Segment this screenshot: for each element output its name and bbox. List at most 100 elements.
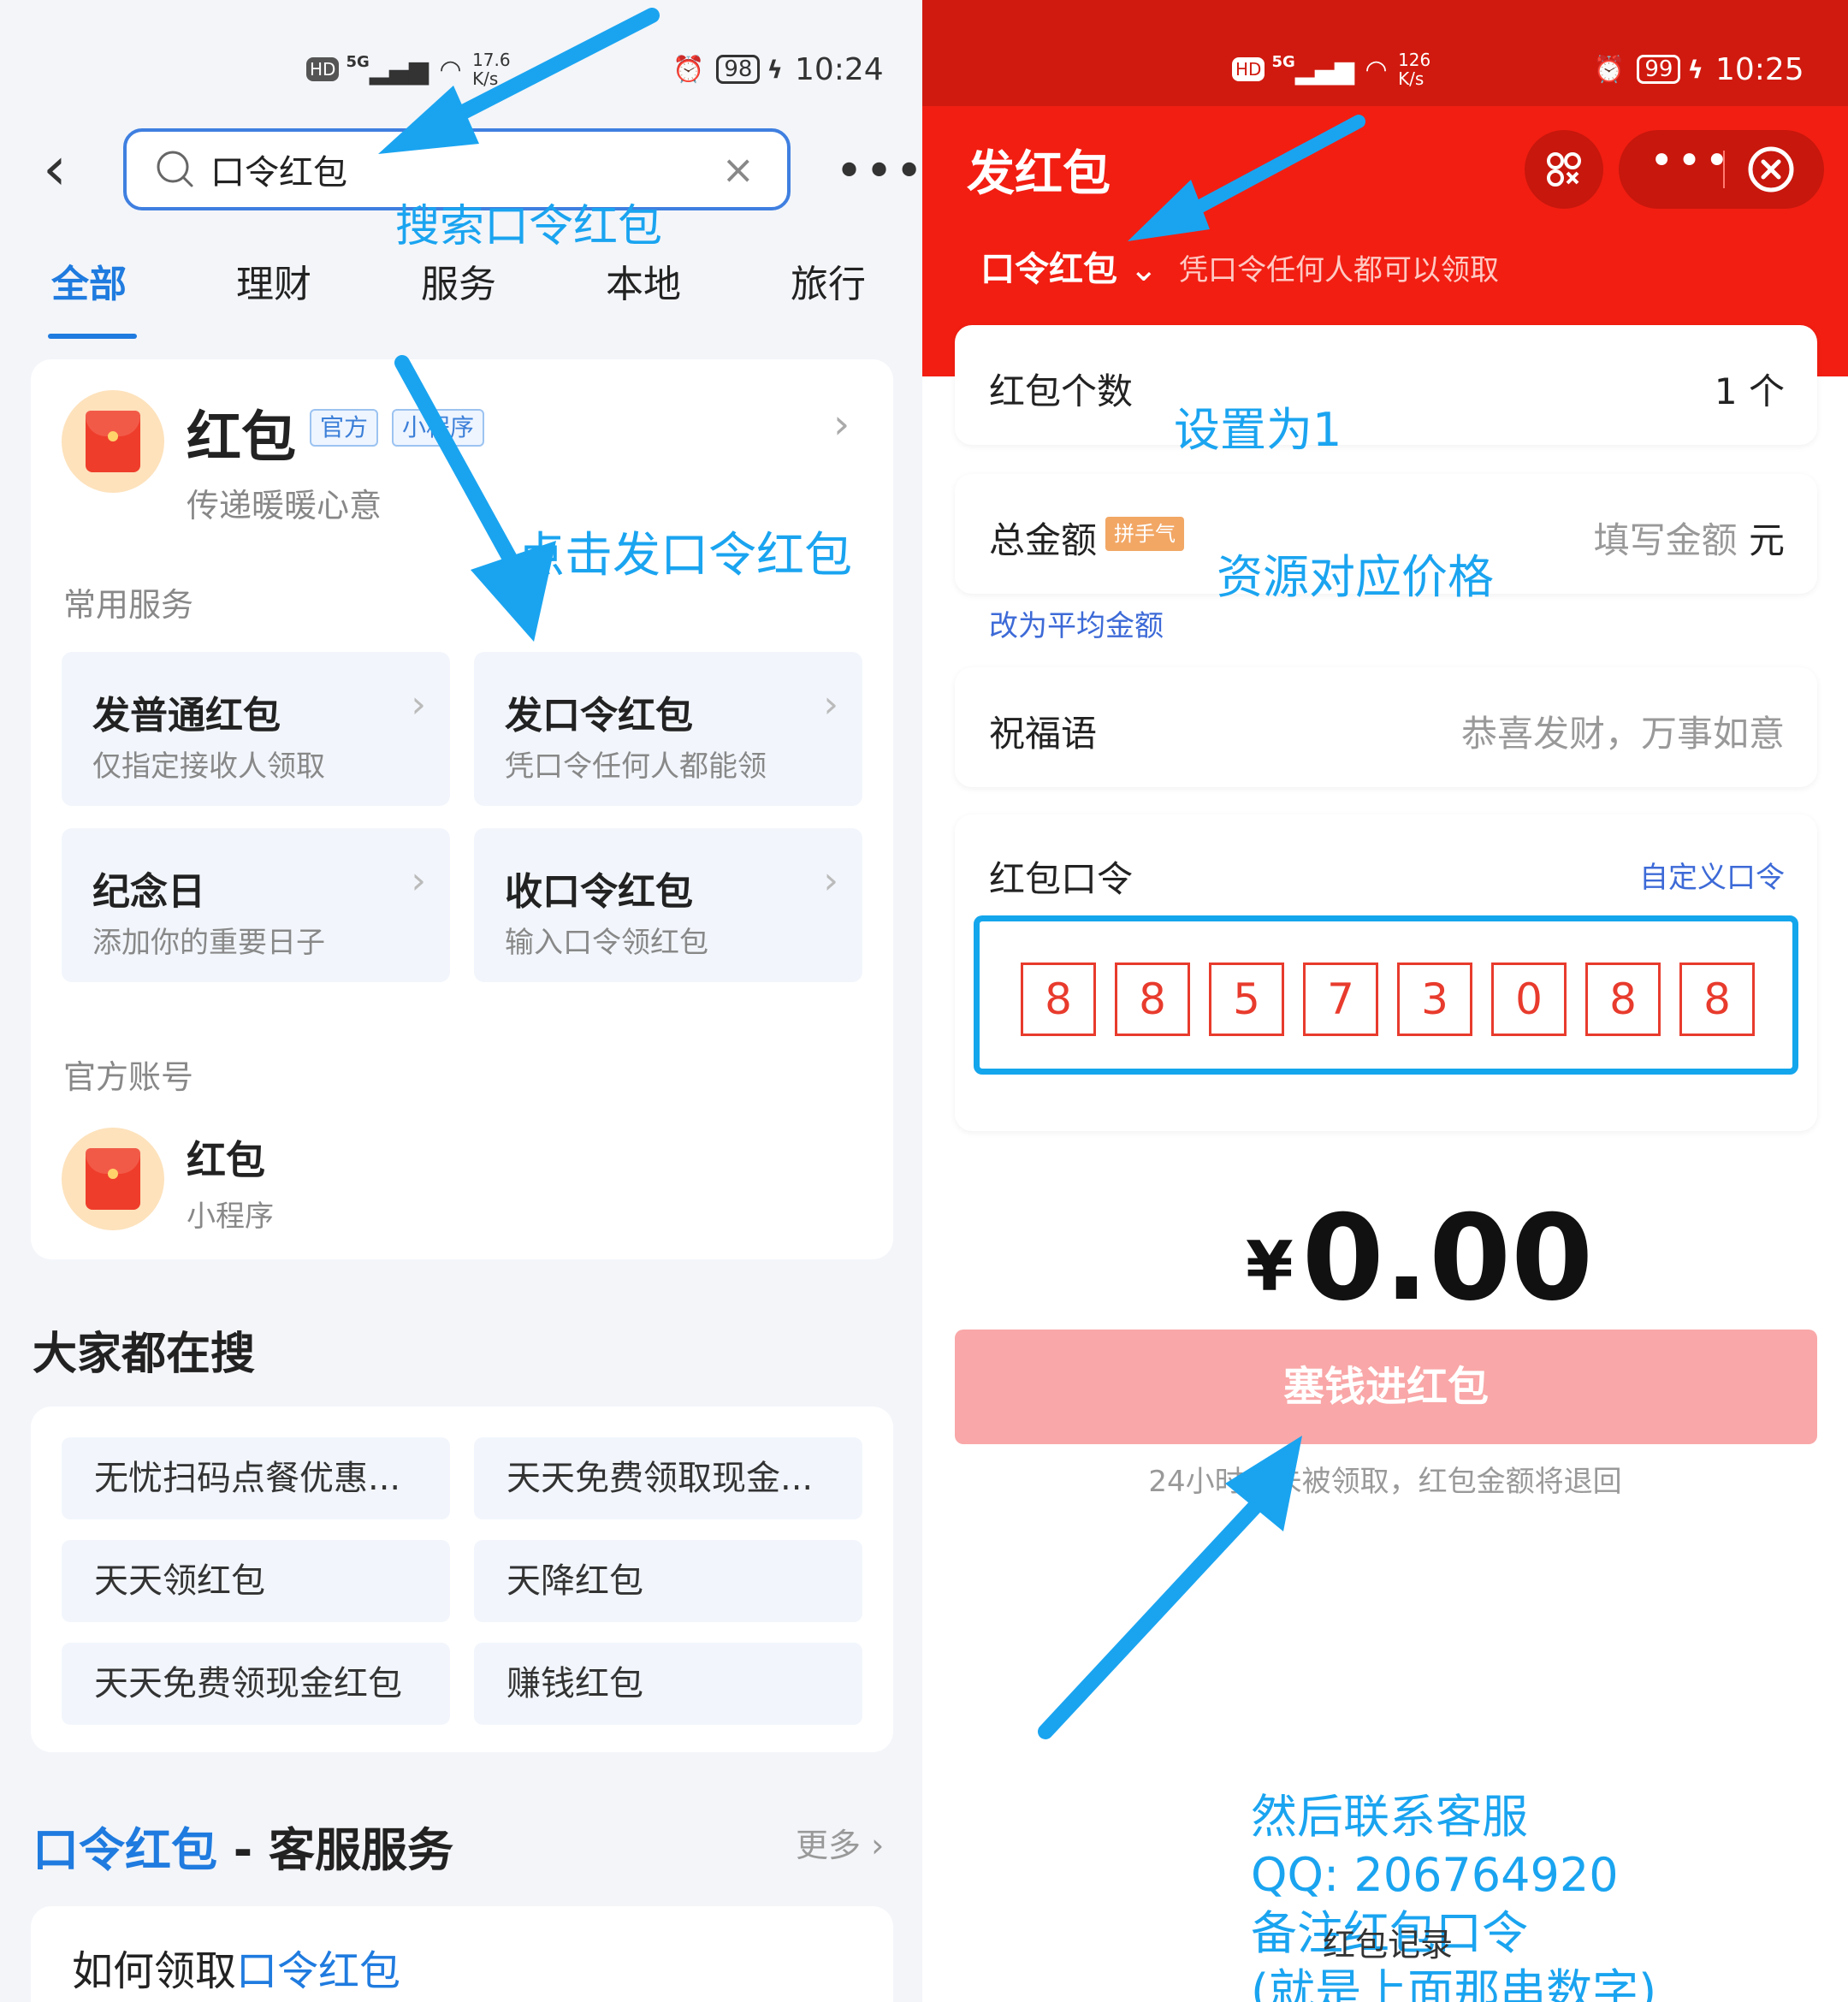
red-envelope-icon xyxy=(62,1128,164,1230)
chevron-right-icon: › xyxy=(411,859,426,903)
chevron-right-icon[interactable]: › xyxy=(833,400,850,448)
tab-bar: 全部 理财 服务 本地 旅行 xyxy=(0,253,922,339)
mini-program-badge: 小程序 xyxy=(392,409,485,447)
annotation-search-hint: 搜索口令红包 xyxy=(395,201,663,252)
cs-question: 如何领取口令红包 xyxy=(72,1937,400,1997)
chevron-right-icon: › xyxy=(823,683,838,726)
service-receive-password[interactable]: 收口令红包 输入口令领红包 › xyxy=(474,828,862,982)
hot-search-item[interactable]: 无忧扫码点餐优惠... xyxy=(62,1437,450,1519)
annotation-price-hint: 资源对应价格 xyxy=(1217,550,1494,604)
cs-question-card[interactable]: 如何领取口令红包 xyxy=(31,1906,893,2002)
amount-input[interactable]: 填写金额 元 xyxy=(1594,512,1785,564)
service-title: 收口令红包 xyxy=(505,870,693,914)
cs-title-highlight: 口令红包 xyxy=(33,1823,217,1877)
service-anniversary[interactable]: 纪念日 添加你的重要日子 › xyxy=(62,828,450,982)
password-digit: 8 xyxy=(1679,962,1755,1036)
hd-badge: HD xyxy=(1232,57,1265,81)
service-desc: 仅指定接收人领取 xyxy=(92,749,325,784)
password-code-frame[interactable]: 8 8 5 7 3 0 8 8 xyxy=(974,915,1798,1075)
password-row: 红包口令 自定义口令 8 8 5 7 3 0 8 8 xyxy=(955,814,1817,1131)
account-type: 小程序 xyxy=(187,1199,274,1234)
blessing-input[interactable]: 恭喜发财，万事如意 xyxy=(1461,705,1785,757)
password-digit: 8 xyxy=(1585,962,1661,1036)
official-badge: 官方 xyxy=(310,409,379,447)
hot-search-item[interactable]: 天天领红包 xyxy=(62,1540,450,1622)
charging-icon: ϟ xyxy=(767,55,783,84)
password-digit: 7 xyxy=(1303,962,1378,1036)
battery-level: 98 xyxy=(716,55,761,84)
section-account-label: 官方账号 xyxy=(63,1058,194,1096)
submit-button[interactable]: 塞钱进红包 xyxy=(955,1330,1817,1444)
count-row[interactable]: 红包个数 1 个 xyxy=(955,325,1817,445)
amount-display: ¥0.00 xyxy=(1246,1189,1593,1327)
scan-icon[interactable] xyxy=(1525,130,1603,209)
record-link[interactable]: 红包记录 xyxy=(1323,1918,1453,1965)
signal-icon: 5G▂▄▆ xyxy=(346,53,429,86)
search-icon xyxy=(157,151,193,187)
total-label: 总金额 xyxy=(989,519,1098,561)
service-title: 纪念日 xyxy=(92,870,205,914)
count-value[interactable]: 1 个 xyxy=(1715,363,1785,415)
tab-all[interactable]: 全部 xyxy=(51,253,127,308)
lucky-tag: 拼手气 xyxy=(1105,517,1184,551)
service-password-envelope[interactable]: 发口令红包 凭口令任何人都能领 › xyxy=(474,652,862,806)
hot-search-title: 大家都在搜 xyxy=(33,1329,256,1380)
more-icon[interactable]: ••• xyxy=(835,144,922,199)
wifi-icon: ◠ xyxy=(440,54,461,85)
tab-services[interactable]: 服务 xyxy=(421,253,496,308)
cs-section-title: 口令红包 - 客服服务 xyxy=(33,1812,453,1880)
mini-program-capsule: ••• xyxy=(1619,130,1824,209)
search-query[interactable]: 口令红包 xyxy=(210,145,721,194)
switch-average-link[interactable]: 改为平均金额 xyxy=(989,602,1164,644)
clear-icon[interactable]: × xyxy=(721,146,755,192)
red-envelope-icon xyxy=(62,390,164,493)
envelope-type-select[interactable]: 口令红包 ⌄ xyxy=(980,241,1158,291)
service-title: 发普通红包 xyxy=(92,694,281,737)
tab-travel[interactable]: 旅行 xyxy=(791,253,866,308)
annotation-count-hint: 设置为1 xyxy=(1174,403,1342,457)
alarm-icon: ⏰ xyxy=(672,54,705,85)
cs-question-highlight: 口令红包 xyxy=(236,1947,401,1995)
net-speed: 126 K/s xyxy=(1398,50,1431,89)
page-title: 发红包 xyxy=(967,146,1111,202)
blessing-row[interactable]: 祝福语 恭喜发财，万事如意 xyxy=(955,667,1817,787)
hot-search-item[interactable]: 赚钱红包 xyxy=(474,1643,862,1725)
amount-value: 0.00 xyxy=(1301,1189,1594,1327)
section-services-label: 常用服务 xyxy=(63,586,194,624)
contact-line: 然后联系客服 xyxy=(1251,1790,1528,1844)
annotation-contact: 然后联系客服 QQ: 206764920 备注红包口令 (就是上面那串数字) xyxy=(1251,1788,1656,2002)
count-unit: 个 xyxy=(1748,370,1785,412)
hot-search-item[interactable]: 天天免费领现金红包 xyxy=(62,1643,450,1725)
chevron-down-icon: ⌄ xyxy=(1128,250,1158,289)
app-result-card: 红包 官方 小程序 传递暖暖心意 › 常用服务 发普通红包 仅指定接收人领取 ›… xyxy=(31,359,893,1259)
account-name[interactable]: 红包 xyxy=(187,1129,265,1186)
cs-more-link[interactable]: 更多 › xyxy=(796,1819,884,1866)
hot-search-item[interactable]: 天降红包 xyxy=(474,1540,862,1622)
status-bar-left-group: HD 5G▂▄▆ ◠ 126 K/s xyxy=(1232,48,1444,91)
tab-underline xyxy=(48,334,137,339)
app-name[interactable]: 红包 xyxy=(187,394,296,472)
close-icon[interactable] xyxy=(1747,145,1795,193)
net-speed: 17.6 K/s xyxy=(472,50,511,89)
status-bar-left-group: HD 5G▂▄▆ ◠ 17.6 K/s xyxy=(306,48,524,91)
hot-search-item[interactable]: 天天免费领取现金... xyxy=(474,1437,862,1519)
blessing-label: 祝福语 xyxy=(989,713,1098,755)
back-icon[interactable]: ‹ xyxy=(43,139,86,198)
custom-password-link[interactable]: 自定义口令 xyxy=(1639,854,1785,896)
right-screenshot: HD 5G▂▄▆ ◠ 126 K/s ⏰ 99 ϟ 10:25 发红包 ••• 口… xyxy=(922,0,1848,2002)
wifi-icon: ◠ xyxy=(1365,54,1387,85)
cs-question-prefix: 如何领取 xyxy=(72,1947,237,1995)
password-digit: 0 xyxy=(1491,962,1567,1036)
service-normal-envelope[interactable]: 发普通红包 仅指定接收人领取 › xyxy=(62,652,450,806)
cs-title-rest: - 客服服务 xyxy=(217,1823,454,1877)
status-bar-right-group: ⏰ 98 ϟ 10:24 xyxy=(672,48,884,91)
tab-local[interactable]: 本地 xyxy=(606,253,681,308)
service-desc: 凭口令任何人都能领 xyxy=(505,749,767,784)
more-icon[interactable]: ••• xyxy=(1650,137,1732,185)
status-bar-right-group: ⏰ 99 ϟ 10:25 xyxy=(1593,48,1804,91)
clock: 10:25 xyxy=(1715,51,1804,87)
amount-unit: 元 xyxy=(1748,519,1785,561)
tab-finance[interactable]: 理财 xyxy=(236,253,311,308)
alarm-icon: ⏰ xyxy=(1593,54,1626,85)
contact-line: 备注红包口令 xyxy=(1251,1906,1528,1960)
